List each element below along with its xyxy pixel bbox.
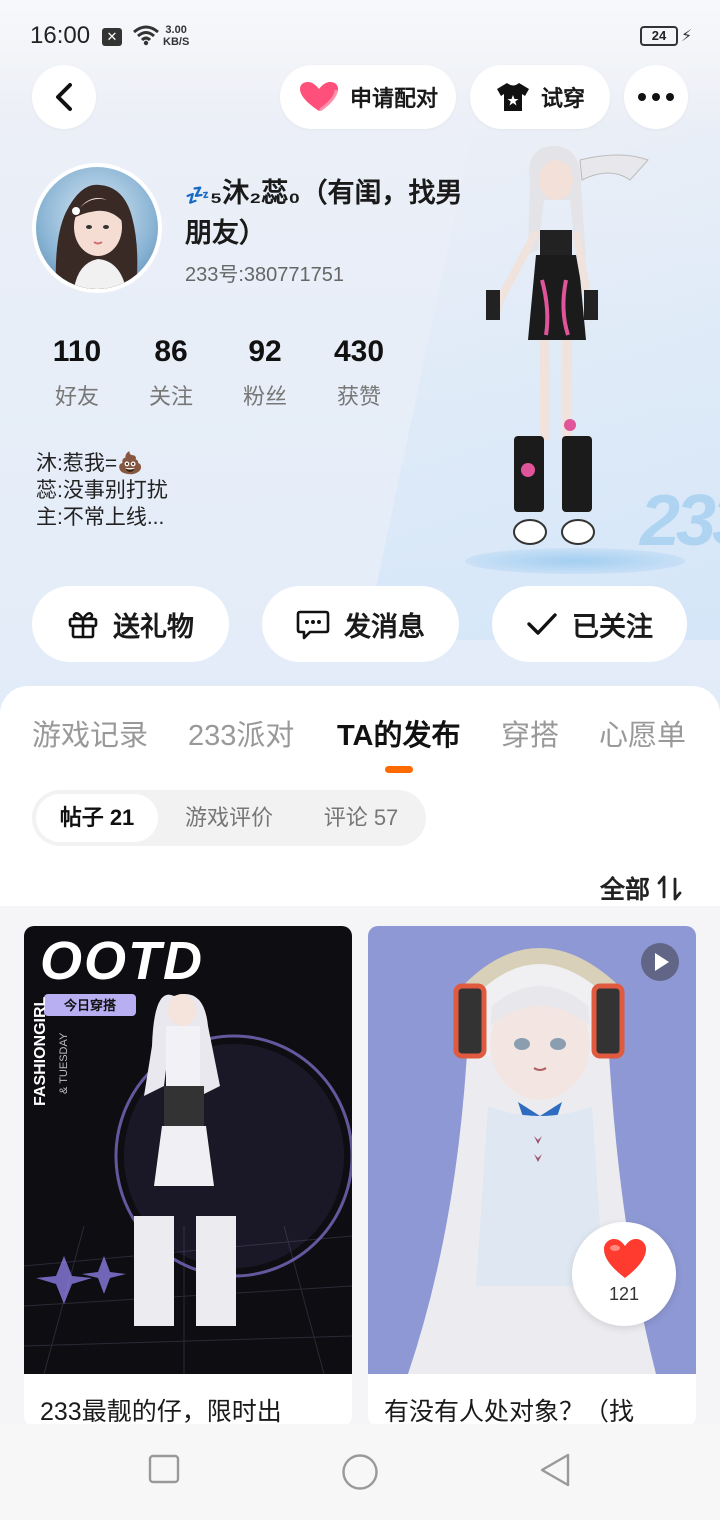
stat-label: 获赞 [336, 384, 381, 409]
tab-game-records[interactable]: 游戏记录 [32, 712, 148, 754]
tab-233-party[interactable]: 233派对 [188, 712, 294, 754]
tab-ta-posts[interactable]: TA的发布 [337, 712, 461, 754]
post-cover-image [24, 926, 352, 1374]
checkmark-icon [527, 613, 557, 635]
sort-icon [657, 875, 682, 901]
avatar-image [55, 184, 138, 289]
segment-posts[interactable]: 帖子 21 [36, 794, 158, 842]
stat-value: 110 [52, 335, 102, 368]
post-title: 233最靓的仔，限时出 [40, 1398, 282, 1426]
sort-button[interactable]: 全部 [600, 870, 684, 906]
try-on-label: 试穿 [540, 86, 585, 111]
post-title: 有没有人处对象？（找 [384, 1398, 635, 1426]
today-outfit-badge: 今日穿搭 [63, 998, 116, 1013]
battery-level: 24 [651, 28, 667, 43]
send-message-button[interactable]: 发消息 [262, 586, 459, 662]
apply-match-button[interactable]: 申请配对 [280, 65, 456, 129]
ootd-text: OOTD [40, 931, 204, 991]
back-button[interactable] [32, 65, 96, 129]
username-text: ₅沐₂蕊₀（有闺，找男朋友） [185, 178, 463, 248]
recent-apps-icon[interactable] [148, 1452, 180, 1484]
video-play-icon [641, 943, 679, 981]
fashion-girl-text: FASHIONGIRL [32, 996, 49, 1106]
back-nav-icon[interactable] [538, 1452, 572, 1488]
stats-row: 110 好友 86 关注 92 粉丝 430 获赞 [30, 335, 406, 411]
more-options-button[interactable] [624, 65, 688, 129]
username: 💤₅沐₂蕊₀（有闺，找男朋友） [185, 175, 465, 252]
like-count: 121 [608, 1284, 640, 1304]
wifi-icon [133, 25, 159, 46]
tab-wishlist[interactable]: 心愿单 [599, 712, 686, 754]
chevron-left-icon [56, 83, 72, 111]
tuesday-text: & TUESDAY [58, 1032, 70, 1094]
stat-label: 关注 [148, 384, 193, 409]
sim-off-icon: ✕ [102, 28, 122, 46]
home-icon[interactable] [341, 1453, 379, 1491]
stat-friends[interactable]: 110 好友 [30, 335, 124, 411]
heart-icon [299, 82, 338, 112]
battery-icon: 24 [640, 26, 678, 46]
charging-icon: ⚡ [681, 28, 693, 45]
post-type-segmented-control: 帖子 21 游戏评价 评论 57 [32, 790, 426, 846]
speed-unit: KB/S [163, 36, 190, 48]
send-gift-label: 送礼物 [113, 611, 194, 642]
following-button[interactable]: 已关注 [492, 586, 687, 662]
stat-value: 86 [154, 335, 188, 368]
profile-tabs: 游戏记录 233派对 TA的发布 穿搭 心愿单 [0, 712, 720, 752]
stat-following[interactable]: 86 关注 [124, 335, 218, 411]
post-card[interactable]: OOTD 今日穿搭 FASHIONGIRL & TUESDAY 233最靓的仔，… [24, 926, 352, 1426]
speed-value: 3.00 [165, 24, 187, 36]
bio-line: 蕊:没事别打扰 [36, 479, 168, 502]
avatar[interactable] [32, 163, 162, 293]
sleep-emoji: 💤 [185, 185, 210, 207]
stat-value: 92 [248, 335, 282, 368]
post-card[interactable]: 有没有人处对象？（找 [368, 926, 696, 1426]
stat-followers[interactable]: 92 粉丝 [218, 335, 312, 411]
bio-line: 主:不常上线... [36, 506, 165, 529]
apply-match-label: 申请配对 [349, 86, 438, 111]
more-dots-icon [638, 93, 674, 101]
chat-bubble-icon [296, 610, 330, 640]
like-button[interactable]: 121 [572, 1222, 676, 1326]
network-speed: 3.00 KB/S [163, 24, 189, 48]
status-bar: 16:00 ✕ 3.00 KB/S 24 ⚡ [0, 0, 720, 70]
try-on-button[interactable]: 试穿 [470, 65, 610, 129]
stat-label: 粉丝 [242, 384, 287, 409]
active-tab-indicator [385, 766, 413, 773]
user-id: 233号:380771751 [185, 264, 345, 286]
following-label: 已关注 [572, 611, 653, 642]
bio: 沐:惹我=💩 蕊:没事别打扰 主:不常上线... [36, 450, 168, 531]
send-gift-button[interactable]: 送礼物 [32, 586, 229, 662]
bio-line: 沐:惹我=💩 [36, 452, 144, 475]
heart-filled-icon [604, 1239, 646, 1278]
sort-label: 全部 [600, 876, 651, 904]
send-message-label: 发消息 [344, 611, 425, 642]
gift-icon [68, 612, 98, 639]
status-time: 16:00 [30, 22, 91, 49]
stat-likes[interactable]: 430 获赞 [312, 335, 406, 411]
avatar-character-figure[interactable] [470, 140, 660, 580]
tshirt-icon [496, 83, 529, 111]
stat-label: 好友 [54, 384, 99, 409]
segment-game-reviews[interactable]: 游戏评价 [168, 794, 290, 842]
segment-comments[interactable]: 评论 57 [300, 794, 422, 842]
stat-value: 430 [333, 335, 385, 368]
tab-outfits[interactable]: 穿搭 [501, 712, 559, 754]
